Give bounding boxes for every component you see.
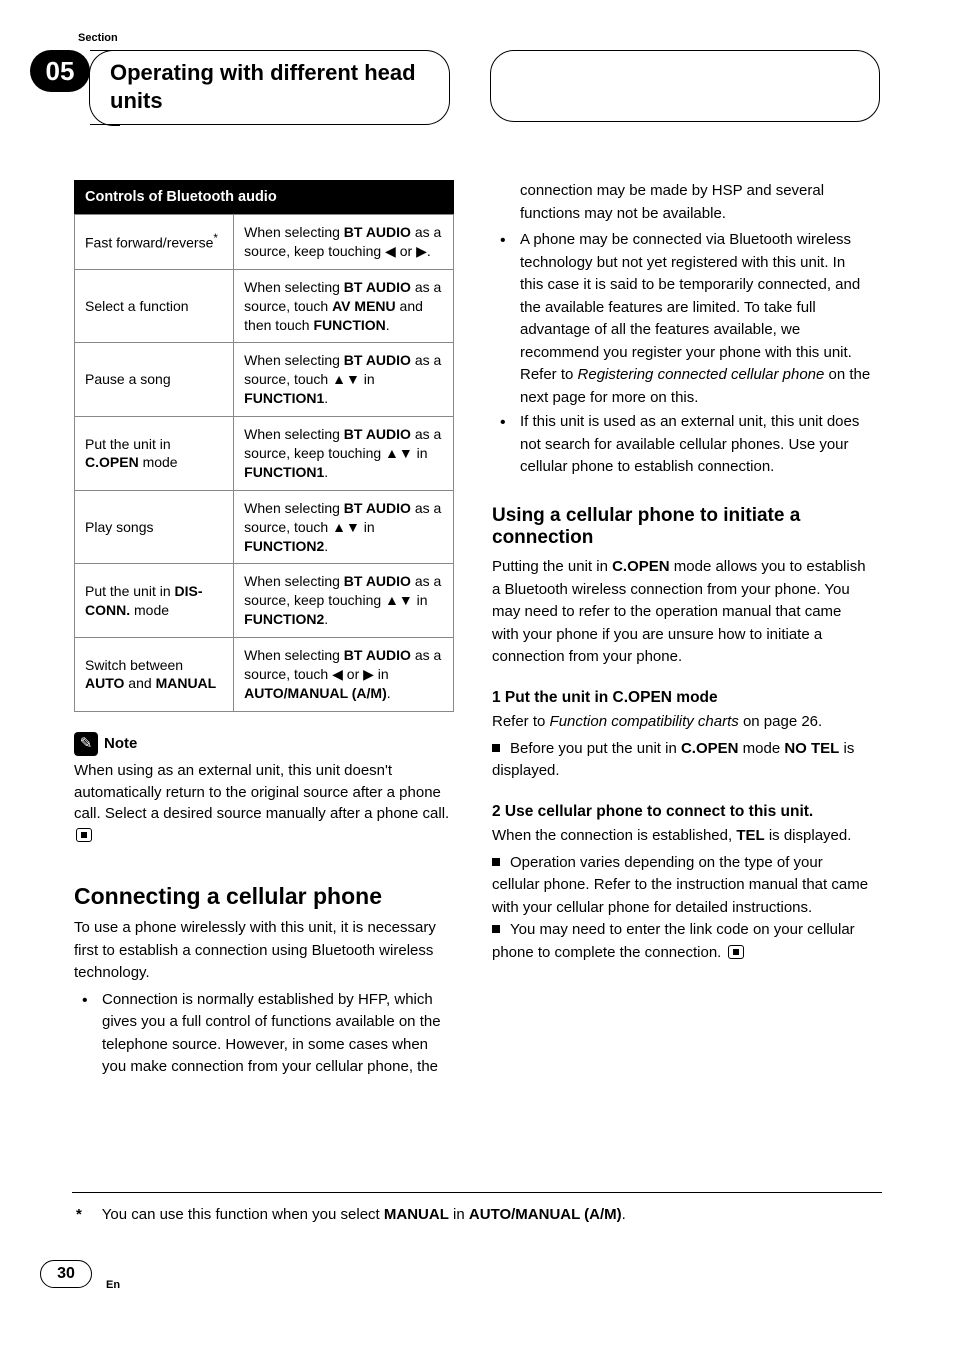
row-label: Switch between AUTO and MANUAL <box>75 638 234 712</box>
section-number-badge: 05 <box>30 50 90 92</box>
step1-heading: 1 Put the unit in C.OPEN mode <box>492 687 872 709</box>
row-desc: When selecting BT AUDIO as a source, kee… <box>234 417 454 491</box>
step2-heading: 2 Use cellular phone to connect to this … <box>492 801 872 823</box>
row-label: Select a function <box>75 269 234 343</box>
row-label: Put the unit in DIS-CONN. mode <box>75 564 234 638</box>
using-title: Using a cellular phone to initiate a con… <box>492 505 872 551</box>
table-row: Put the unit in C.OPEN modeWhen selectin… <box>75 417 454 491</box>
list-item: A phone may be connected via Bluetooth w… <box>492 229 872 409</box>
note-text: When using as an external unit, this uni… <box>74 760 454 847</box>
table-header: Controls of Bluetooth audio <box>75 181 454 215</box>
controls-table: Controls of Bluetooth audio Fast forward… <box>74 180 454 712</box>
step2-note2: You may need to enter the link code on y… <box>492 919 872 964</box>
content-columns: Controls of Bluetooth audio Fast forward… <box>0 130 954 1081</box>
row-label: Put the unit in C.OPEN mode <box>75 417 234 491</box>
step2-note1: Operation varies depending on the type o… <box>492 852 872 920</box>
square-bullet-icon <box>492 925 500 933</box>
list-item: If this unit is used as an external unit… <box>492 411 872 479</box>
right-bullets: A phone may be connected via Bluetooth w… <box>492 229 872 479</box>
footnote: * You can use this function when you sel… <box>76 1206 626 1223</box>
connecting-intro: To use a phone wirelessly with this unit… <box>74 917 454 985</box>
table-row: Select a functionWhen selecting BT AUDIO… <box>75 269 454 343</box>
table-row: Fast forward/reverse*When selecting BT A… <box>75 215 454 270</box>
section-title: Operating with different head units <box>110 59 429 114</box>
row-desc: When selecting BT AUDIO as a source, kee… <box>234 215 454 270</box>
footnote-rule <box>72 1192 882 1193</box>
row-desc: When selecting BT AUDIO as a source, tou… <box>234 638 454 712</box>
using-intro: Putting the unit in C.OPEN mode allows y… <box>492 556 872 669</box>
pencil-icon: ✎ <box>74 732 98 756</box>
square-bullet-icon <box>492 858 500 866</box>
row-label: Fast forward/reverse* <box>75 215 234 270</box>
table-row: Put the unit in DIS-CONN. modeWhen selec… <box>75 564 454 638</box>
row-desc: When selecting BT AUDIO as a source, kee… <box>234 564 454 638</box>
section-title-box: Operating with different head units <box>90 50 450 125</box>
bullet-continuation: connection may be made by HSP and severa… <box>492 180 872 225</box>
right-column: connection may be made by HSP and severa… <box>492 180 872 1081</box>
square-bullet-icon <box>492 744 500 752</box>
page-header: Section 05 Operating with different head… <box>0 0 954 130</box>
connecting-bullets: Connection is normally established by HF… <box>74 989 454 1079</box>
row-desc: When selecting BT AUDIO as a source, tou… <box>234 490 454 564</box>
language-label: En <box>106 1279 120 1291</box>
footnote-text: You can use this function when you selec… <box>102 1206 626 1223</box>
section-label: Section <box>78 32 118 44</box>
table-row: Switch between AUTO and MANUALWhen selec… <box>75 638 454 712</box>
step1-note: Before you put the unit in C.OPEN mode N… <box>492 738 872 783</box>
row-desc: When selecting BT AUDIO as a source, tou… <box>234 269 454 343</box>
list-item: Connection is normally established by HF… <box>74 989 454 1079</box>
row-label: Play songs <box>75 490 234 564</box>
left-column: Controls of Bluetooth audio Fast forward… <box>74 180 454 1081</box>
step2-body: When the connection is established, TEL … <box>492 825 872 848</box>
table-row: Play songsWhen selecting BT AUDIO as a s… <box>75 490 454 564</box>
note-header: ✎ Note <box>74 732 454 756</box>
right-top-block: connection may be made by HSP and severa… <box>492 180 872 479</box>
row-label: Pause a song <box>75 343 234 417</box>
table-row: Pause a songWhen selecting BT AUDIO as a… <box>75 343 454 417</box>
note-label: Note <box>104 733 137 755</box>
connecting-title: Connecting a cellular phone <box>74 883 454 909</box>
footnote-asterisk: * <box>76 1206 82 1223</box>
page-number-badge: 30 <box>40 1260 92 1288</box>
row-desc: When selecting BT AUDIO as a source, tou… <box>234 343 454 417</box>
empty-title-box <box>490 50 880 122</box>
step1-body: Refer to Function compatibility charts o… <box>492 711 872 734</box>
